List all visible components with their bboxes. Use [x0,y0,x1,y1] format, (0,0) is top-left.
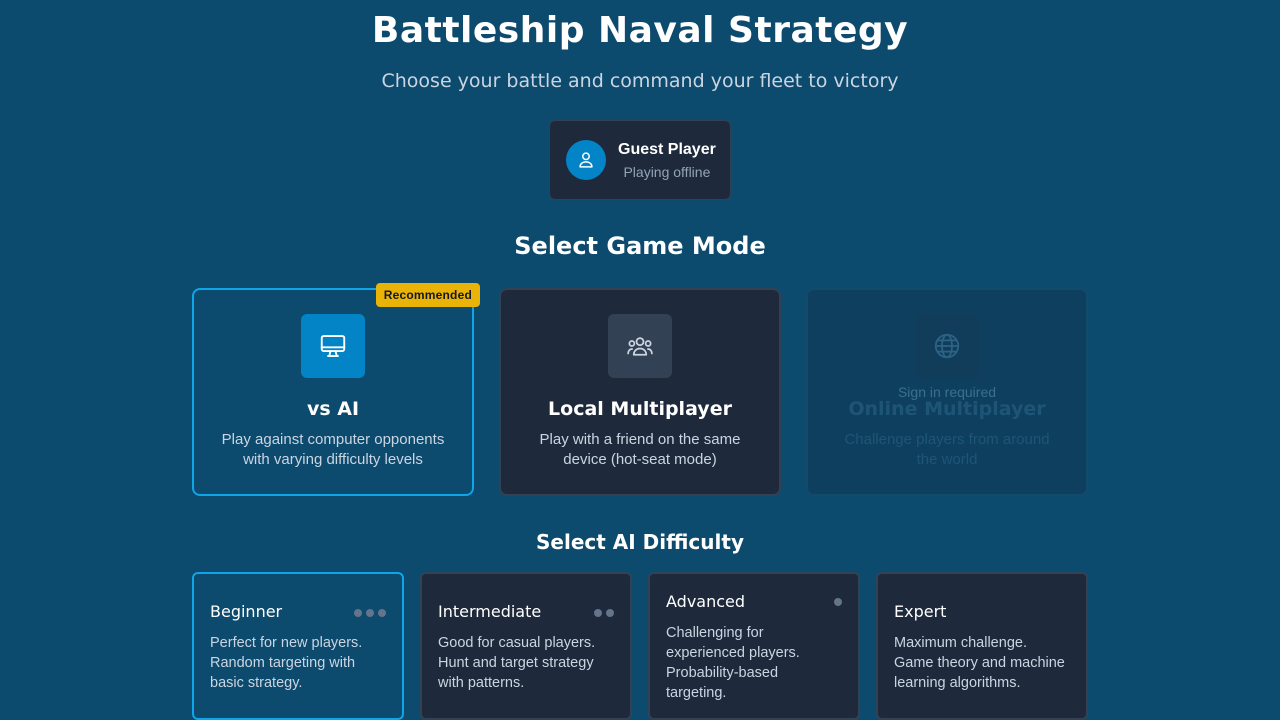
globe-icon [915,314,979,378]
difficulty-level-dots [834,598,842,606]
page-subtitle: Choose your battle and command your flee… [381,70,899,92]
level-dot [378,609,386,617]
mode-title: Local Multiplayer [548,398,732,420]
mode-title: vs AI [306,398,360,420]
difficulty-description: Maximum challenge. Game theory and machi… [894,635,1065,691]
users-icon [608,314,672,378]
game-mode-heading: Select Game Mode [514,232,766,260]
difficulty-name: Beginner [210,602,283,621]
mode-title: Online Multiplayer [848,398,1046,420]
difficulty-card-expert[interactable]: Expert Maximum challenge. Game theory an… [876,572,1088,720]
difficulty-level-dots [354,609,386,617]
level-dot [834,598,842,606]
mode-description: Play with a friend on the same device (h… [539,431,741,468]
mode-card-local-multiplayer[interactable]: Local Multiplayer Play with a friend on … [499,288,781,496]
ai-difficulty-heading: Select AI Difficulty [536,530,744,554]
mode-description: Challenge players from around the world [844,431,1050,468]
mode-card-vs-ai[interactable]: Recommended vs AI Play against computer … [192,283,480,496]
difficulty-description: Good for casual players. Hunt and target… [438,635,596,691]
user-name: Guest Player [618,140,716,158]
difficulty-card-intermediate[interactable]: Intermediate Good for casual players. Hu… [420,572,632,720]
level-dot [354,609,362,617]
level-dot [366,609,374,617]
level-dot [606,609,614,617]
difficulty-card-advanced[interactable]: Advanced Challenging for experienced pla… [648,572,860,720]
difficulty-name: Advanced [666,592,746,611]
mode-description: Play against computer opponents with var… [221,431,445,468]
monitor-icon [301,314,365,378]
difficulty-card-beginner[interactable]: Beginner Perfect for new players. Random… [192,572,404,720]
page: Battleship Naval Strategy Choose your ba… [0,0,1280,720]
difficulty-description: Perfect for new players. Random targetin… [210,635,363,691]
mode-card-online-multiplayer: Sign in required Online Multiplayer Chal… [806,288,1088,496]
difficulty-description: Challenging for experienced players. Pro… [666,625,800,701]
difficulty-name: Expert [894,602,947,621]
user-status: Playing offline [623,163,711,180]
difficulty-level-dots [594,609,614,617]
page-title: Battleship Naval Strategy [371,10,909,51]
user-profile-card[interactable]: Guest Player Playing offline [549,120,731,200]
difficulty-name: Intermediate [438,602,542,621]
level-dot [594,609,602,617]
recommended-badge: Recommended [375,283,480,307]
user-icon [566,140,606,180]
